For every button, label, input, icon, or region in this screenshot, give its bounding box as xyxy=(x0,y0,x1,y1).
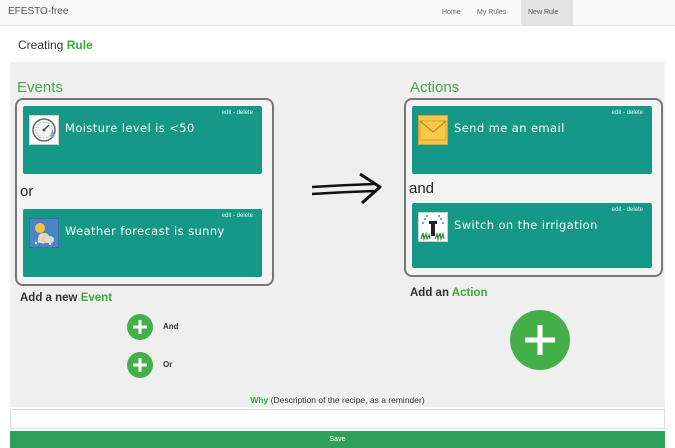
brand[interactable]: EFESTO-free xyxy=(8,6,68,17)
actions-connector: and xyxy=(409,180,435,197)
add-event-label: Add a new Event xyxy=(20,292,112,304)
envelope-icon xyxy=(418,115,448,145)
description-label: Why (Description of the recipe, as a rem… xyxy=(0,395,675,405)
add-event-prefix: Add a new xyxy=(20,292,78,304)
edit-delete-link[interactable]: edit - delete xyxy=(612,110,643,116)
nav-new-rule[interactable]: New Rule xyxy=(521,0,573,25)
weather-icon xyxy=(29,218,59,248)
event-text: Moisture level is <50 xyxy=(65,121,195,135)
event-card-weather[interactable]: edit - delete Weather forecast is sunny xyxy=(23,209,262,277)
add-or-event-button[interactable] xyxy=(127,352,153,378)
add-action-prefix: Add an xyxy=(410,287,449,299)
add-or-label: Or xyxy=(163,360,173,369)
edit-delete-link[interactable]: edit - delete xyxy=(612,207,643,213)
edit-delete-link[interactable]: edit - delete xyxy=(222,213,253,219)
page-title: Creating Rule xyxy=(18,38,93,52)
event-text: Weather forecast is sunny xyxy=(65,224,225,238)
page-title-prefix: Creating xyxy=(18,38,64,52)
add-event-highlight: Event xyxy=(80,292,113,304)
action-text: Switch on the irrigation xyxy=(454,218,598,232)
add-action-button[interactable] xyxy=(510,310,570,370)
why-label: Why xyxy=(250,395,269,405)
save-button[interactable]: Save xyxy=(10,431,665,448)
add-and-label: And xyxy=(163,322,179,331)
action-text: Send me an email xyxy=(454,121,565,135)
add-action-label: Add an Action xyxy=(410,287,488,299)
add-action-highlight: Action xyxy=(451,287,488,299)
events-connector: or xyxy=(20,183,34,200)
page-title-highlight: Rule xyxy=(66,38,93,52)
nav-my-rules[interactable]: My Rules xyxy=(470,0,513,25)
navbar: EFESTO-free Home My Rules New Rule xyxy=(0,0,675,26)
description-input[interactable] xyxy=(10,409,665,429)
events-title: Events xyxy=(17,79,63,96)
action-card-email[interactable]: edit - delete Send me an email xyxy=(412,106,652,174)
nav-home[interactable]: Home xyxy=(435,0,468,25)
event-card-moisture[interactable]: edit - delete Moisture level is <50 xyxy=(23,106,262,174)
add-and-event-button[interactable] xyxy=(127,314,153,340)
gauge-icon xyxy=(29,115,59,145)
actions-title: Actions xyxy=(410,79,460,96)
edit-delete-link[interactable]: edit - delete xyxy=(222,110,253,116)
arrow-icon xyxy=(311,172,382,205)
action-card-irrigation[interactable]: edit - delete Switch on the irrigation xyxy=(412,203,652,268)
sprinkler-icon xyxy=(418,212,448,242)
why-text: (Description of the recipe, as a reminde… xyxy=(270,395,425,405)
